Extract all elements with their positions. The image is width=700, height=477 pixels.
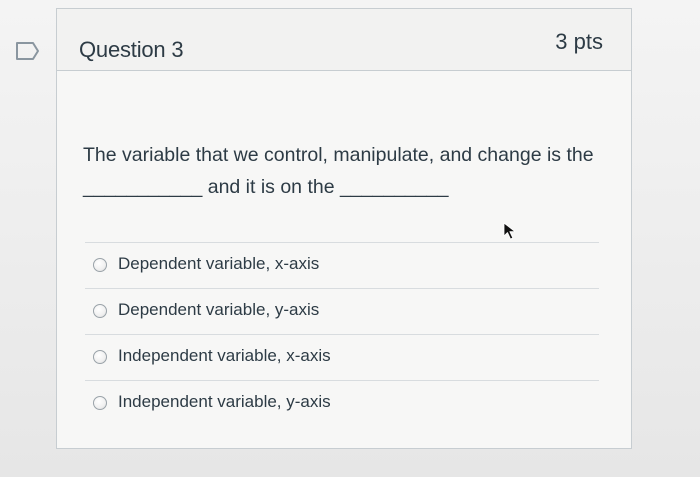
question-text-line2: and it is on the xyxy=(207,176,335,198)
answer-option[interactable]: Independent variable, y-axis xyxy=(85,381,599,427)
mouse-pointer-icon xyxy=(503,222,516,240)
answer-option-label[interactable]: Independent variable, x-axis xyxy=(118,346,331,366)
question-header: Question 3 3 pts xyxy=(57,9,631,71)
answer-option[interactable]: Dependent variable, y-axis xyxy=(85,289,599,335)
page: Question 3 3 pts The variable that we co… xyxy=(0,0,700,477)
answer-option[interactable]: Dependent variable, x-axis xyxy=(85,243,599,289)
radio-button[interactable] xyxy=(93,258,107,272)
answer-option-label[interactable]: Independent variable, y-axis xyxy=(118,392,331,412)
question-body: The variable that we control, manipulate… xyxy=(57,71,631,450)
question-points: 3 pts xyxy=(555,29,603,54)
answer-option-label[interactable]: Dependent variable, y-axis xyxy=(118,300,319,320)
answer-blank-1: ___________ xyxy=(83,176,203,198)
question-card: Question 3 3 pts The variable that we co… xyxy=(56,8,632,449)
answer-option[interactable]: Independent variable, x-axis xyxy=(85,335,599,381)
question-title: Question 3 xyxy=(79,37,184,62)
radio-button[interactable] xyxy=(93,396,107,410)
radio-button[interactable] xyxy=(93,304,107,318)
question-text: The variable that we control, manipulate… xyxy=(83,139,623,203)
question-text-line1: The variable that we control, manipulate… xyxy=(83,144,594,166)
answer-list: Dependent variable, x-axis Dependent var… xyxy=(85,242,599,427)
radio-button[interactable] xyxy=(93,350,107,364)
answer-option-label[interactable]: Dependent variable, x-axis xyxy=(118,254,319,274)
answer-blank-2: __________ xyxy=(339,176,449,198)
flag-question-icon[interactable] xyxy=(14,41,40,61)
